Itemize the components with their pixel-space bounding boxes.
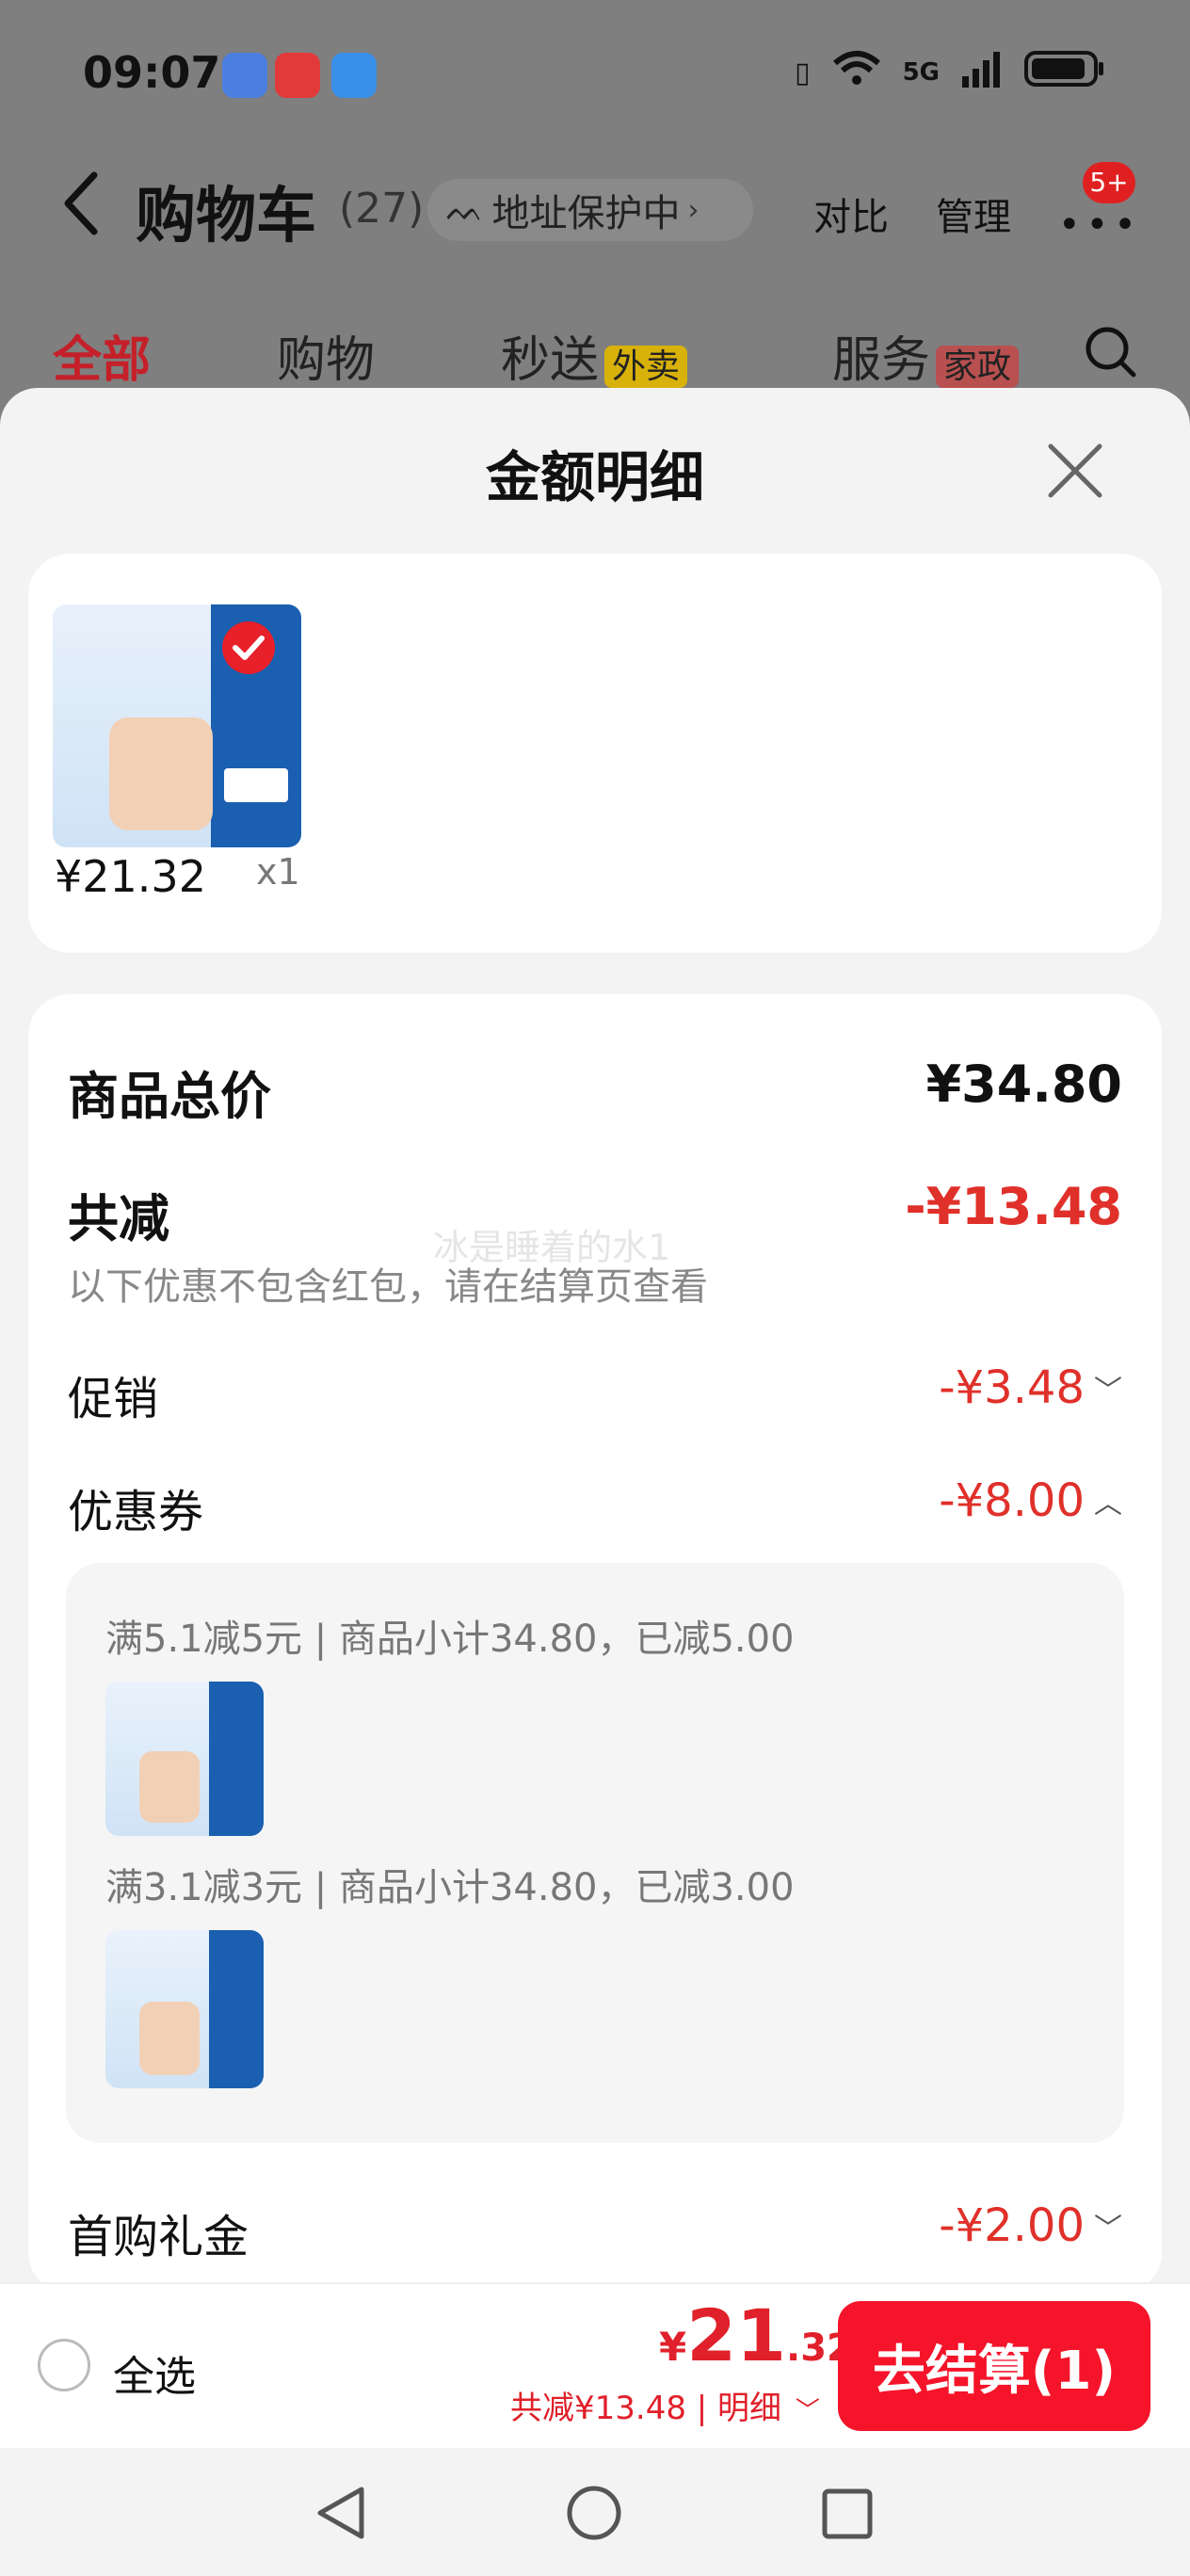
close-icon[interactable] bbox=[1045, 441, 1105, 501]
coupon-line-2: 满3.1减3元 | 商品小计34.80，已减3.00 bbox=[105, 1866, 795, 1909]
total-price-display: ¥ 21 .32 bbox=[659, 2294, 853, 2377]
gift-row-toggle[interactable]: -¥2.00 ﹀ bbox=[939, 2199, 1122, 2252]
chevron-down-icon: ﹀ bbox=[795, 2397, 820, 2425]
coupon-line-1: 满5.1减5元 | 商品小计34.80，已减5.00 bbox=[105, 1618, 795, 1661]
sheet-title: 金额明细 bbox=[485, 445, 704, 509]
wifi-icon bbox=[831, 50, 882, 95]
currency-symbol: ¥ bbox=[659, 2324, 687, 2370]
total-price-value: ¥34.80 bbox=[925, 1055, 1122, 1114]
tab-service[interactable]: 服务 家政 bbox=[832, 320, 1020, 391]
signal-icon bbox=[960, 50, 1004, 95]
coupon-1-image-baby bbox=[139, 1751, 200, 1823]
cart-count: (27) bbox=[339, 185, 425, 233]
chevron-right-icon: › bbox=[687, 193, 700, 227]
more-icon[interactable]: ••• bbox=[1058, 203, 1142, 247]
checkout-button[interactable]: 去结算(1) bbox=[838, 2301, 1150, 2431]
price-integer: 21 bbox=[686, 2294, 786, 2377]
promo-label: 促销 bbox=[68, 1373, 159, 1425]
watermark: 冰是睡着的水1 bbox=[433, 1227, 671, 1268]
coupon-2-product-image bbox=[105, 1930, 264, 2088]
compare-link[interactable]: 对比 bbox=[813, 186, 889, 241]
total-price-label: 商品总价 bbox=[68, 1067, 271, 1126]
reduce-detail-text: 共减¥13.48 | 明细 bbox=[510, 2390, 782, 2427]
selected-check-icon[interactable] bbox=[220, 620, 277, 676]
network-label: 5G bbox=[902, 58, 940, 87]
nav-home-icon[interactable] bbox=[565, 2484, 623, 2542]
page-title: 购物车 bbox=[136, 182, 316, 251]
tab-all[interactable]: 全部 bbox=[53, 320, 151, 391]
select-all-radio[interactable] bbox=[38, 2339, 90, 2391]
product-price: ¥21.32 bbox=[55, 851, 206, 902]
tab-express[interactable]: 秒送 外卖 bbox=[501, 320, 688, 391]
reduce-label: 共减 bbox=[68, 1189, 169, 1248]
product-image-label bbox=[224, 768, 288, 802]
coupon-2-image-baby bbox=[139, 2002, 200, 2075]
gift-value: -¥2.00 bbox=[939, 2199, 1085, 2252]
coupon-label: 优惠券 bbox=[68, 1486, 204, 1538]
product-image-baby bbox=[109, 717, 213, 830]
jd-app-icon bbox=[275, 53, 320, 98]
manage-link[interactable]: 管理 bbox=[936, 186, 1011, 241]
select-all-label[interactable]: 全选 bbox=[113, 2343, 196, 2403]
nav-recents-icon[interactable] bbox=[821, 2487, 874, 2540]
gift-label: 首购礼金 bbox=[68, 2211, 249, 2263]
tab-express-label: 秒送 bbox=[501, 332, 600, 389]
battery-icon bbox=[1024, 49, 1105, 96]
vibrate-icon: ▯ bbox=[795, 56, 811, 89]
address-protect-pill[interactable]: ᨓ 地址保护中 › bbox=[427, 179, 753, 241]
nav-back-icon[interactable] bbox=[313, 2484, 369, 2542]
promo-row-toggle[interactable]: -¥3.48 ﹀ bbox=[939, 1361, 1122, 1414]
product-qty: x1 bbox=[256, 851, 300, 893]
status-icons: ▯ 5G bbox=[795, 49, 1105, 96]
reduce-detail-link[interactable]: 共减¥13.48 | 明细 ﹀ bbox=[510, 2382, 820, 2428]
coupon-2-image-banner bbox=[209, 1930, 264, 2088]
tab-service-label: 服务 bbox=[832, 332, 931, 389]
coupon-row-toggle[interactable]: -¥8.00 ︿ bbox=[939, 1474, 1122, 1527]
tab-shopping[interactable]: 购物 bbox=[277, 320, 375, 391]
address-protect-label: 地址保护中 bbox=[491, 192, 681, 235]
browser-app-icon bbox=[222, 53, 267, 98]
back-icon[interactable] bbox=[60, 169, 102, 237]
status-time: 09:07 bbox=[83, 47, 221, 98]
search-icon[interactable] bbox=[1083, 324, 1139, 380]
coupon-value: -¥8.00 bbox=[939, 1474, 1085, 1527]
coupon-1-product-image bbox=[105, 1682, 264, 1836]
chevron-up-icon: ︿ bbox=[1094, 1488, 1122, 1521]
chevron-down-icon: ﹀ bbox=[1094, 1375, 1122, 1408]
reduce-value: -¥13.48 bbox=[905, 1177, 1122, 1236]
message-app-icon bbox=[331, 53, 377, 98]
chevron-down-icon: ﹀ bbox=[1094, 2213, 1122, 2246]
promo-value: -¥3.48 bbox=[939, 1361, 1085, 1414]
coupon-1-image-banner bbox=[209, 1682, 264, 1836]
tab-express-tag: 外卖 bbox=[604, 346, 688, 388]
tab-service-tag: 家政 bbox=[936, 346, 1020, 388]
shield-icon: ᨓ bbox=[446, 191, 485, 229]
more-badge: 5+ bbox=[1083, 162, 1135, 203]
